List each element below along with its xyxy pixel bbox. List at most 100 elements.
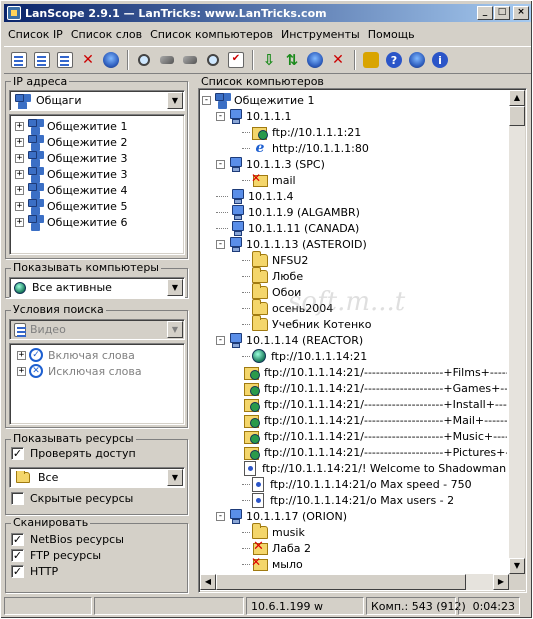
hidden-resources-checkbox[interactable]: Скрытые ресурсы xyxy=(11,492,133,505)
resource-node[interactable]: Обои xyxy=(202,282,507,300)
computer-node[interactable]: -10.1.1.13 (ASTEROID) xyxy=(202,236,507,252)
resource-node[interactable]: мыло xyxy=(202,555,507,572)
include-words-item[interactable]: + ✓ Включая слова xyxy=(17,347,184,363)
help-icon[interactable]: ? xyxy=(383,49,405,71)
checkbox[interactable] xyxy=(11,492,24,505)
expand-icon[interactable]: + xyxy=(15,217,24,227)
ftp-checkbox[interactable]: ✓ FTP ресурсы xyxy=(11,549,101,562)
resource-node[interactable]: ftp://10.1.1.14:21/o Max speed - 750 xyxy=(202,476,507,492)
horizontal-scrollbar[interactable]: ◀ ▶ xyxy=(200,574,509,590)
resource-node[interactable]: ftp://10.1.1.14:21/--------------------+… xyxy=(202,412,507,428)
h-scroll-thumb[interactable] xyxy=(216,574,466,590)
expand-icon[interactable]: + xyxy=(15,137,24,147)
expand-icon[interactable]: + xyxy=(17,350,26,360)
info-icon[interactable]: i xyxy=(429,49,451,71)
edit-list-icon[interactable] xyxy=(31,49,53,71)
expand-icon[interactable]: + xyxy=(15,169,24,179)
minimize-button[interactable]: _ xyxy=(477,6,493,20)
computers-tree[interactable]: - Общежитие 1 -10.1.1.1 ftp://10.1.1.1:21… xyxy=(198,88,527,593)
vertical-scrollbar[interactable]: ▲ ▼ xyxy=(509,90,525,574)
show-computers-combo[interactable]: Все активные ▼ xyxy=(9,277,185,298)
ip-tree-item[interactable]: + Общежитие 4 xyxy=(15,182,184,198)
menu-computer-list[interactable]: Список компьютеров xyxy=(146,28,277,41)
resource-node[interactable]: Лаба 2 xyxy=(202,539,507,556)
expand-icon[interactable]: + xyxy=(15,201,24,211)
resource-node[interactable]: mail xyxy=(202,171,507,188)
resource-node[interactable]: ftp://10.1.1.14:21/--------------------+… xyxy=(202,396,507,412)
scroll-up-icon[interactable]: ▲ xyxy=(509,90,525,106)
search-words-combo[interactable]: Видео ▼ xyxy=(9,319,185,340)
ip-tree-item[interactable]: + Общежитие 2 xyxy=(15,134,184,150)
scroll-thumb[interactable] xyxy=(509,106,525,126)
open-list-icon[interactable] xyxy=(54,49,76,71)
menu-ip-list[interactable]: Список IP xyxy=(4,28,67,41)
checkbox[interactable]: ✓ xyxy=(11,565,24,578)
exclude-words-item[interactable]: + ✕ Исключая слова xyxy=(17,363,184,379)
resource-node[interactable]: осень2004 xyxy=(202,298,507,316)
chevron-down-icon[interactable]: ▼ xyxy=(167,321,183,338)
collapse-icon[interactable]: - xyxy=(216,511,225,521)
http-checkbox[interactable]: ✓ HTTP xyxy=(11,565,58,578)
resource-node[interactable]: e http://10.1.1.1:80 xyxy=(202,140,507,156)
resource-node[interactable]: Учебник Котенко xyxy=(202,314,507,332)
search-conditions-tree[interactable]: + ✓ Включая слова + ✕ Исключая слова xyxy=(9,343,185,425)
computer-node[interactable]: -10.1.1.17 (ORION) xyxy=(202,508,507,524)
resource-node[interactable]: ftp://10.1.1.14:21 xyxy=(202,348,507,364)
transfer-icon[interactable]: ⇅ xyxy=(281,49,303,71)
title-bar[interactable]: LanScope 2.9.1 — LanTricks: www.LanTrick… xyxy=(4,4,531,22)
ip-list-combo[interactable]: Общаги ▼ xyxy=(9,90,185,111)
web-icon[interactable] xyxy=(406,49,428,71)
computer-node[interactable]: 10.1.1.4 xyxy=(202,188,507,204)
checkbox[interactable]: ✓ xyxy=(11,549,24,562)
network-scan-icon[interactable] xyxy=(304,49,326,71)
ip-tree-item[interactable]: + Общежитие 1 xyxy=(15,118,184,134)
check-access-checkbox[interactable]: ✓ Проверять доступ xyxy=(11,447,136,460)
plugin-icon[interactable] xyxy=(360,49,382,71)
stop-scan-icon[interactable]: ✕ xyxy=(327,49,349,71)
expand-icon[interactable]: + xyxy=(15,153,24,163)
resource-node[interactable]: Любе xyxy=(202,266,507,284)
computer-node[interactable]: 10.1.1.11 (CANADA) xyxy=(202,220,507,236)
download-icon[interactable]: ⇩ xyxy=(258,49,280,71)
resource-node[interactable]: ftp://10.1.1.14:21/--------------------+… xyxy=(202,380,507,396)
ip-tree[interactable]: + Общежитие 1 + Общежитие 2 + Общежитие 3 + Общ… xyxy=(9,114,185,255)
wand-icon[interactable] xyxy=(156,49,178,71)
checkbox[interactable]: ✓ xyxy=(11,447,24,460)
ip-tree-item[interactable]: + Общежитие 3 xyxy=(15,166,184,182)
resource-node[interactable]: ftp://10.1.1.14:21/--------------------+… xyxy=(202,444,507,460)
collapse-icon[interactable]: - xyxy=(216,239,225,249)
find-icon[interactable] xyxy=(202,49,224,71)
computer-node[interactable]: -10.1.1.14 (REACTOR) xyxy=(202,332,507,348)
network-icon[interactable] xyxy=(100,49,122,71)
resource-node[interactable]: ftp://10.1.1.14:21/o Max users - 2 xyxy=(202,492,507,508)
computer-node[interactable]: -10.1.1.3 (SPC) xyxy=(202,156,507,172)
resource-node[interactable]: ftp://10.1.1.1:21 xyxy=(202,124,507,140)
ip-tree-item[interactable]: + Общежитие 3 xyxy=(15,150,184,166)
resource-node[interactable]: musik xyxy=(202,522,507,540)
expand-icon[interactable]: + xyxy=(15,121,24,131)
search-icon[interactable] xyxy=(133,49,155,71)
new-list-icon[interactable] xyxy=(8,49,30,71)
ip-tree-item[interactable]: + Общежитие 5 xyxy=(15,198,184,214)
menu-help[interactable]: Помощь xyxy=(364,28,419,41)
scroll-right-icon[interactable]: ▶ xyxy=(493,574,509,590)
checkbox[interactable]: ✓ xyxy=(11,533,24,546)
netbios-checkbox[interactable]: ✓ NetBios ресурсы xyxy=(11,533,124,546)
close-button[interactable]: × xyxy=(513,6,529,20)
resources-combo[interactable]: Все ▼ xyxy=(9,467,185,488)
chevron-down-icon[interactable]: ▼ xyxy=(167,279,183,296)
key-icon[interactable] xyxy=(179,49,201,71)
menu-word-list[interactable]: Список слов xyxy=(67,28,146,41)
computer-node[interactable]: 10.1.1.9 (ALGAMBR) xyxy=(202,204,507,220)
chevron-down-icon[interactable]: ▼ xyxy=(167,469,183,486)
scroll-down-icon[interactable]: ▼ xyxy=(509,558,525,574)
collapse-icon[interactable]: - xyxy=(216,111,225,121)
checklist-icon[interactable]: ✔ xyxy=(225,49,247,71)
resource-node[interactable]: ftp://10.1.1.14:21/! Welcome to Shadowma… xyxy=(202,460,507,476)
resource-node[interactable]: ftp://10.1.1.14:21/--------------------+… xyxy=(202,364,507,380)
expand-icon[interactable]: + xyxy=(15,185,24,195)
collapse-icon[interactable]: - xyxy=(216,335,225,345)
menu-tools[interactable]: Инструменты xyxy=(277,28,364,41)
chevron-down-icon[interactable]: ▼ xyxy=(167,92,183,109)
computer-node[interactable]: -10.1.1.1 xyxy=(202,108,507,124)
